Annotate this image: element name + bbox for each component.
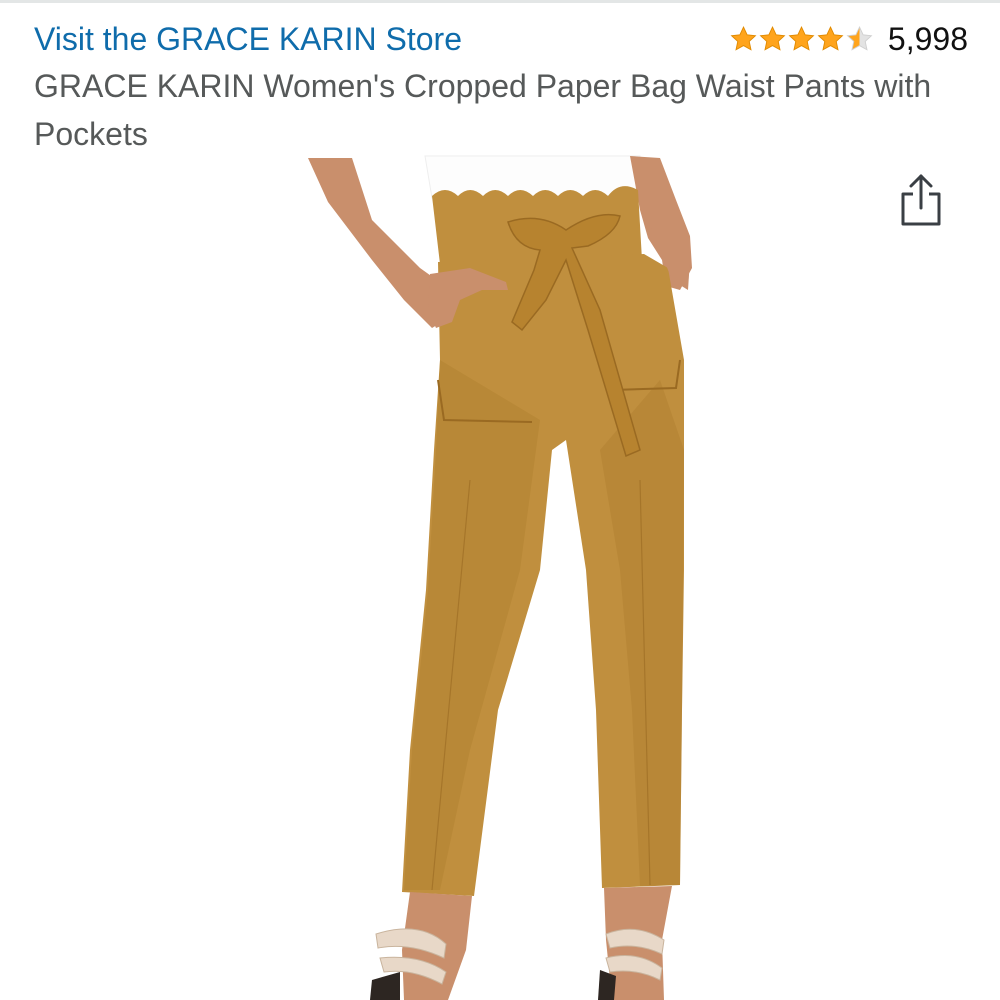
left-heel	[370, 972, 400, 1000]
star-icon	[759, 26, 786, 51]
product-detail-page: Visit the GRACE KARIN Store 5,998 GRACE …	[0, 0, 1000, 1000]
rating-summary[interactable]: 5,998	[729, 21, 968, 58]
star-rating	[729, 25, 874, 53]
product-title: GRACE KARIN Women's Cropped Paper Bag Wa…	[34, 68, 932, 152]
share-icon	[901, 174, 941, 226]
star-icon	[817, 26, 844, 51]
star-icon	[730, 26, 757, 51]
product-image[interactable]	[0, 150, 1000, 1000]
star-icon	[788, 26, 815, 51]
star-half-icon	[846, 26, 873, 51]
shirt-shape	[424, 155, 641, 199]
share-button[interactable]	[898, 170, 944, 228]
top-divider	[0, 0, 1000, 3]
product-header: Visit the GRACE KARIN Store 5,998	[34, 14, 968, 64]
store-link[interactable]: Visit the GRACE KARIN Store	[34, 21, 462, 58]
rating-count[interactable]: 5,998	[888, 21, 968, 58]
